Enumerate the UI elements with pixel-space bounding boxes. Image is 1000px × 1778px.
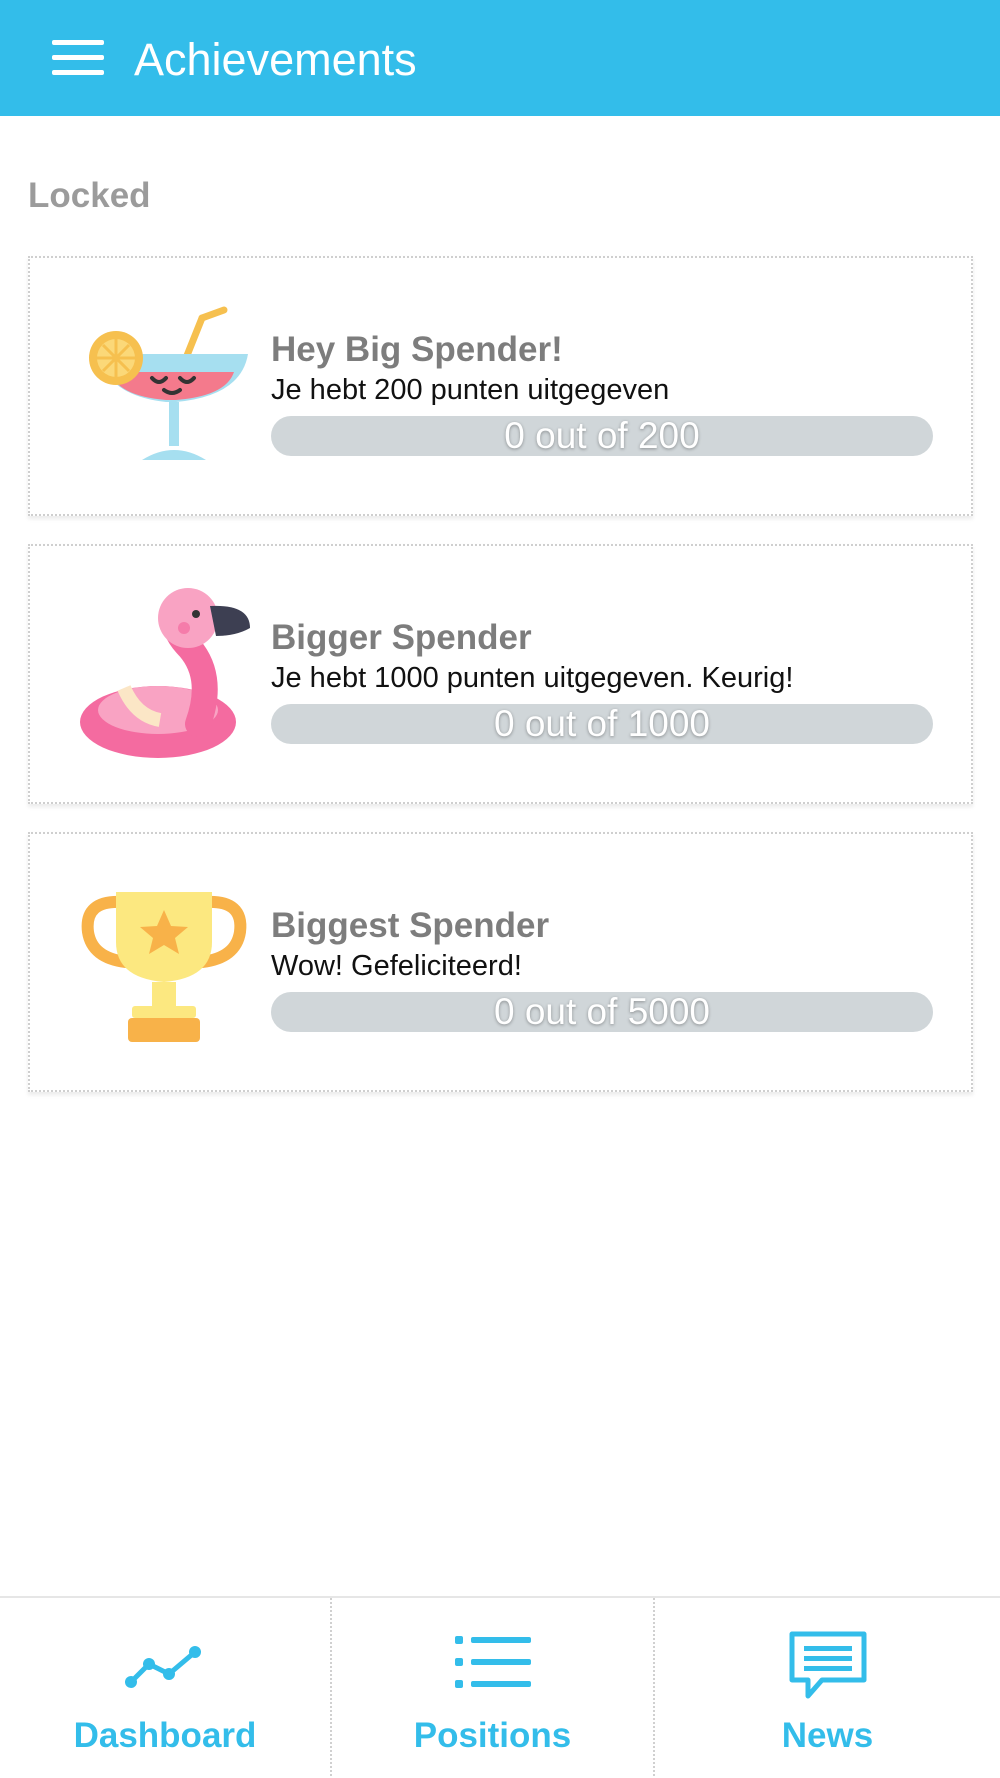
achievement-title: Hey Big Spender! [271, 330, 563, 369]
achievement-description: Je hebt 200 punten uitgegeven [271, 374, 670, 406]
achievement-title: Bigger Spender [271, 618, 532, 657]
nav-label: News [781, 1716, 874, 1755]
line-chart-icon [125, 1646, 201, 1688]
nav-label: Positions [413, 1716, 572, 1755]
progress-bar: 0 out of 1000 [271, 704, 933, 744]
progress-text: 0 out of 5000 [493, 992, 711, 1032]
list-icon [454, 1636, 531, 1688]
bottom-navigation: Dashboard Positions News [0, 1596, 1000, 1778]
nav-positions[interactable]: Positions [330, 1598, 653, 1778]
progress-text: 0 out of 200 [504, 416, 700, 456]
achievement-card[interactable]: Bigger Spender Je hebt 1000 punten uitge… [28, 544, 973, 804]
progress-bar: 0 out of 5000 [271, 992, 933, 1032]
achievement-description: Wow! Gefeliciteerd! [271, 950, 522, 982]
achievement-card[interactable]: Biggest Spender Wow! Gefeliciteerd! 0 ou… [28, 832, 973, 1092]
achievement-card[interactable]: Hey Big Spender! Je hebt 200 punten uitg… [28, 256, 973, 516]
trophy-icon [81, 892, 247, 1042]
page-title: Achievements [134, 34, 417, 85]
achievement-description: Je hebt 1000 punten uitgegeven. Keurig! [271, 662, 794, 694]
progress-text: 0 out of 1000 [493, 704, 711, 744]
nav-news[interactable]: News [653, 1598, 1000, 1778]
progress-bar: 0 out of 200 [271, 416, 933, 456]
chat-bubble-icon [789, 1631, 866, 1699]
section-label-locked: Locked [28, 176, 151, 215]
nav-label: Dashboard [73, 1716, 257, 1755]
nav-dashboard[interactable]: Dashboard [0, 1598, 330, 1778]
achievement-title: Biggest Spender [271, 906, 550, 945]
flamingo-float-icon [80, 588, 250, 758]
app-bar: Achievements [0, 0, 1000, 116]
hamburger-menu-icon[interactable] [48, 36, 108, 80]
cocktail-icon [89, 306, 248, 460]
